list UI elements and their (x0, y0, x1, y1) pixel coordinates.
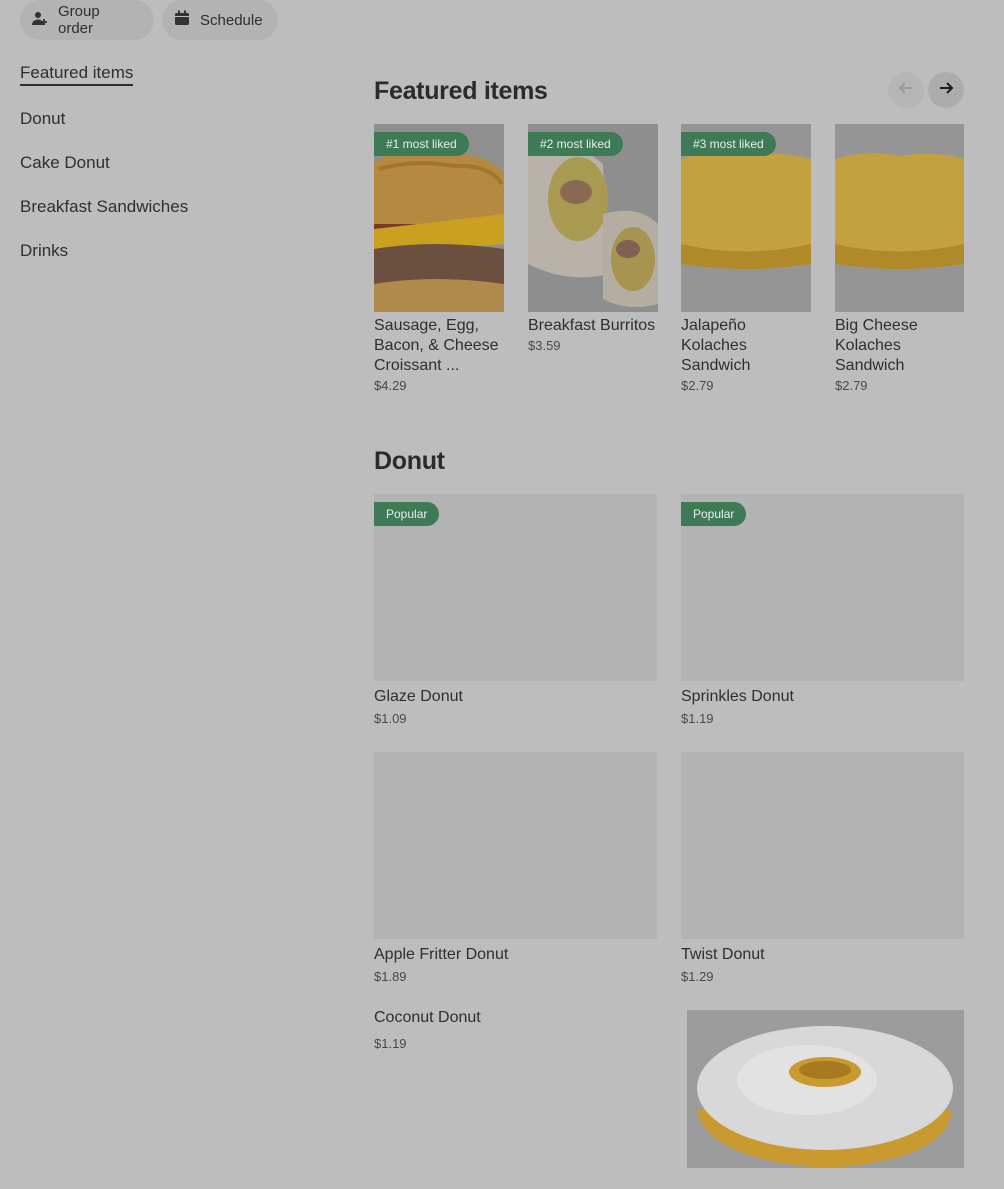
featured-item-name: Jalapeño Kolaches Sandwich (681, 317, 751, 374)
menu-item-image-placeholder (374, 752, 657, 939)
featured-item-price: $4.29 (374, 378, 407, 393)
featured-item-price: $3.59 (528, 338, 561, 353)
featured-item-name: Breakfast Burritos (528, 317, 656, 334)
sidebar-item-breakfast-sandwiches[interactable]: Breakfast Sandwiches (20, 197, 188, 217)
menu-item-name: Glaze Donut (374, 688, 463, 705)
menu-item-card[interactable]: Popular Glaze Donut $1.09 (374, 494, 657, 726)
featured-item-price: $2.79 (835, 378, 868, 393)
menu-item-price: $1.19 (681, 711, 714, 726)
rank-badge: #2 most liked (528, 132, 623, 156)
group-order-button[interactable]: Group order (20, 0, 154, 40)
rank-badge: #1 most liked (374, 132, 469, 156)
schedule-button[interactable]: Schedule (162, 0, 278, 40)
carousel-prev-button[interactable] (888, 72, 924, 108)
menu-item-image-placeholder (681, 752, 964, 939)
menu-item-name: Coconut Donut (374, 1009, 481, 1026)
menu-item-card[interactable]: Twist Donut $1.29 (681, 752, 964, 984)
menu-item-image-placeholder: Popular (681, 494, 964, 681)
sidebar-item-featured-items[interactable]: Featured items (20, 63, 134, 86)
donut-section-title: Donut (374, 447, 445, 475)
add-person-icon (32, 10, 48, 30)
featured-item-price: $2.79 (681, 378, 714, 393)
arrow-left-icon (897, 79, 915, 102)
sidebar-item-cake-donut[interactable]: Cake Donut (20, 153, 110, 173)
featured-item-card[interactable]: #3 most liked Jalapeño Kolaches Sandwich… (681, 124, 811, 393)
menu-item-image-placeholder: Popular (374, 494, 657, 681)
featured-item-image (835, 124, 964, 312)
sidebar-item-donut[interactable]: Donut (20, 109, 65, 129)
featured-item-card[interactable]: #2 most liked Breakfast Burritos $3.59 (528, 124, 658, 353)
menu-item-name: Twist Donut (681, 946, 765, 963)
group-order-label: Group order (58, 3, 100, 37)
featured-item-image: #2 most liked (528, 124, 658, 312)
featured-item-image: #1 most liked (374, 124, 504, 312)
featured-item-name: Big Cheese Kolaches Sandwich (835, 317, 918, 374)
menu-item-name: Apple Fritter Donut (374, 946, 509, 963)
menu-item-price: $1.89 (374, 969, 407, 984)
popular-badge: Popular (681, 502, 747, 526)
menu-item-card[interactable]: Apple Fritter Donut $1.89 (374, 752, 657, 984)
menu-item-card[interactable]: Popular Sprinkles Donut $1.19 (681, 494, 964, 726)
rank-badge: #3 most liked (681, 132, 776, 156)
menu-item-price: $1.29 (681, 969, 714, 984)
coconut-donut-image (687, 1010, 964, 1168)
calendar-icon (174, 10, 190, 30)
featured-item-image: #3 most liked (681, 124, 811, 312)
featured-item-name: Sausage, Egg, Bacon, & Cheese Croissant … (374, 317, 499, 374)
arrow-right-icon (937, 79, 955, 102)
menu-item-price: $1.09 (374, 711, 407, 726)
menu-item-name: Sprinkles Donut (681, 688, 794, 705)
popular-badge: Popular (374, 502, 440, 526)
featured-item-card[interactable]: #1 most liked Sausage, Egg, Bacon, & Che… (374, 124, 504, 393)
menu-item-price: $1.19 (374, 1036, 407, 1051)
sidebar-item-drinks[interactable]: Drinks (20, 241, 68, 261)
featured-item-card[interactable]: Big Cheese Kolaches Sandwich $2.79 (835, 124, 964, 393)
carousel-next-button[interactable] (928, 72, 964, 108)
schedule-label: Schedule (200, 11, 263, 29)
featured-section-title: Featured items (374, 77, 548, 105)
